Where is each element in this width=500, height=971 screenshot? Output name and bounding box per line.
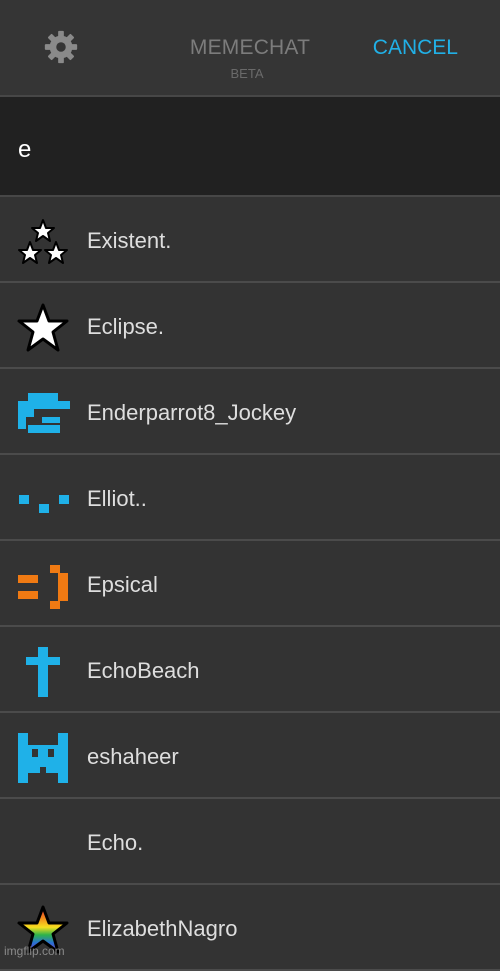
white-star-icon xyxy=(17,303,69,352)
blue-pixel-s-icon xyxy=(18,393,70,433)
username: Epsical xyxy=(87,572,158,597)
username: ElizabethNagro xyxy=(87,916,238,941)
list-item[interactable]: Elliot.. xyxy=(0,455,500,541)
search-query-text[interactable]: e xyxy=(18,136,31,164)
blue-pixel-creature-icon xyxy=(18,733,68,783)
username: Enderparrot8_Jockey xyxy=(87,400,297,425)
cancel-button[interactable]: CANCEL xyxy=(373,36,458,60)
username: eshaheer xyxy=(87,744,179,769)
list-item[interactable]: Epsical xyxy=(0,541,500,627)
list-item[interactable]: Existent. xyxy=(0,197,500,283)
username: Elliot.. xyxy=(87,486,147,511)
orange-pixel-smile-icon xyxy=(18,565,68,609)
username: Existent. xyxy=(87,228,172,253)
results-list: Existent. Eclipse. Enderparrot8_Jockey E… xyxy=(0,197,500,971)
username: Eclipse. xyxy=(87,314,165,339)
search-input[interactable] xyxy=(0,97,500,197)
list-item[interactable]: Eclipse. xyxy=(0,283,500,369)
list-item[interactable]: eshaheer xyxy=(0,713,500,799)
list-item[interactable]: Enderparrot8_Jockey xyxy=(0,369,500,455)
list-item[interactable]: ElizabethNagro xyxy=(0,885,500,971)
top-bar: MEMECHAT BETA CANCEL xyxy=(0,0,500,97)
blue-cross-icon xyxy=(26,647,60,697)
username: EchoBeach xyxy=(87,658,200,683)
list-item[interactable]: Echo. xyxy=(0,799,500,885)
app-subtitle: BETA xyxy=(230,66,264,81)
three-stars-icon xyxy=(18,219,68,264)
blue-dots-face-icon xyxy=(19,495,69,513)
username: Echo. xyxy=(87,830,144,855)
list-item[interactable]: EchoBeach xyxy=(0,627,500,713)
watermark: imgflip.com xyxy=(4,944,65,958)
